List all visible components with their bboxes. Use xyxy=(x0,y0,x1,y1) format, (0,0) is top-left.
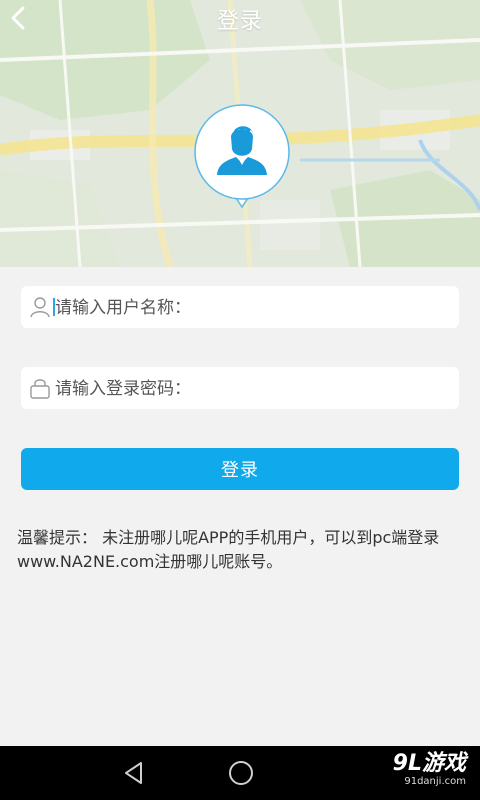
password-input[interactable] xyxy=(53,367,457,411)
triangle-back-icon[interactable] xyxy=(121,760,147,786)
user-outline-icon xyxy=(30,297,50,318)
username-field[interactable] xyxy=(21,286,459,330)
watermark-main: 9L游戏 xyxy=(392,751,466,776)
tip-text: 温馨提示： 未注册哪儿呢APP的手机用户，可以到pc端登录www.NA2NE.c… xyxy=(17,528,440,571)
lock-icon xyxy=(30,379,50,399)
watermark-sub: 91danji.com xyxy=(404,776,466,787)
user-silhouette-icon xyxy=(194,104,290,209)
text-cursor xyxy=(53,298,55,316)
watermark-logo: 9L游戏 91danji.com xyxy=(393,752,466,788)
avatar xyxy=(188,103,296,221)
circle-home-icon[interactable] xyxy=(227,759,255,787)
login-button[interactable]: 登录 xyxy=(21,448,459,490)
username-input[interactable] xyxy=(53,286,457,330)
page-title: 登录 xyxy=(216,9,263,34)
password-field[interactable] xyxy=(21,367,459,411)
map-header: 登录 xyxy=(0,0,480,267)
